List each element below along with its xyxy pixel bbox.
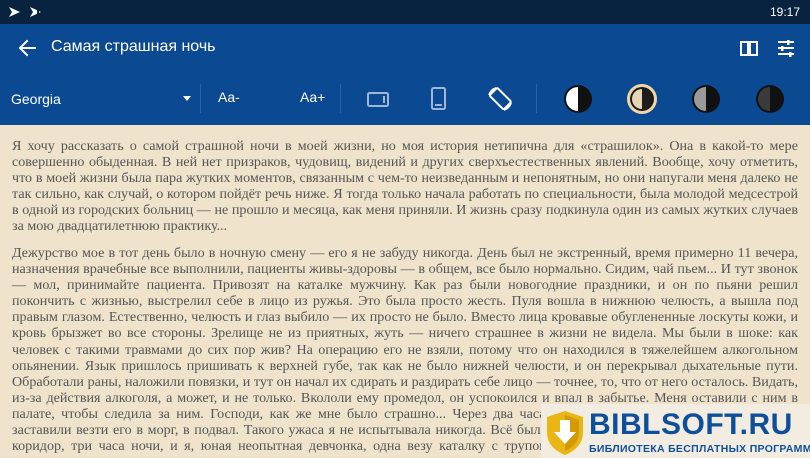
font-selector[interactable]: Georgia — [0, 72, 200, 125]
reader-toolbar: Georgia Aa- Aa+ — [0, 72, 810, 125]
status-bar: 19:17 — [0, 0, 810, 24]
notification-icon — [30, 7, 41, 17]
app-bar: Самая страшная ночь — [0, 24, 810, 72]
back-arrow-icon[interactable] — [16, 37, 38, 59]
download-shield-icon — [547, 411, 583, 455]
theme-sepia-icon[interactable] — [626, 83, 658, 115]
settings-sliders-icon[interactable] — [775, 37, 797, 59]
paragraph: Я хочу рассказать о самой страшной ночи … — [12, 138, 798, 235]
auto-rotate-icon[interactable] — [486, 85, 514, 113]
theme-white-icon[interactable] — [562, 83, 594, 115]
theme-dark-icon[interactable] — [754, 83, 786, 115]
portrait-orientation-icon[interactable] — [424, 85, 452, 113]
divider — [536, 84, 537, 113]
watermark: BIBLSOFT.RU БИБЛИОТЕКА БЕСПЛАТНЫХ ПРОГРА… — [541, 404, 810, 458]
dropdown-caret-icon — [183, 96, 191, 101]
font-increase-button[interactable]: Aa+ — [300, 89, 325, 105]
divider — [340, 84, 341, 113]
theme-gray-icon[interactable] — [690, 83, 722, 115]
book-icon[interactable] — [738, 37, 760, 59]
status-time: 19:17 — [769, 5, 800, 19]
font-name: Georgia — [11, 91, 61, 107]
notification-icon — [9, 7, 20, 17]
page-title: Самая страшная ночь — [51, 38, 216, 55]
landscape-orientation-icon[interactable] — [364, 85, 392, 113]
divider — [200, 84, 201, 113]
font-decrease-button[interactable]: Aa- — [218, 89, 240, 105]
watermark-tagline: БИБЛИОТЕКА БЕСПЛАТНЫХ ПРОГРАММ — [589, 443, 810, 455]
watermark-brand: BIBLSOFT.RU — [589, 408, 793, 441]
